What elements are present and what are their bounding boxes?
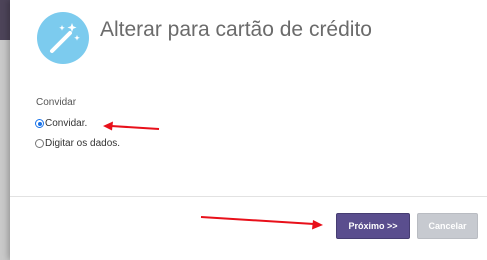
next-button[interactable]: Próximo >> — [336, 213, 410, 239]
dialog-title: Alterar para cartão de crédito — [100, 18, 372, 41]
radio-enter-data[interactable] — [35, 139, 44, 148]
cancel-button[interactable]: Cancelar — [417, 213, 478, 239]
radio-option-enter-data[interactable]: Digitar os dados. — [35, 138, 120, 149]
magic-wand-icon — [37, 12, 89, 64]
radio-invite[interactable] — [35, 119, 44, 128]
footer-divider — [10, 196, 487, 197]
radio-option-invite[interactable]: Convidar. — [35, 118, 87, 129]
modal-dialog: Alterar para cartão de crédito Convidar … — [10, 0, 487, 260]
radio-enter-data-label: Digitar os dados. — [45, 138, 121, 149]
radio-invite-label: Convidar. — [45, 118, 88, 129]
invite-group-label: Convidar — [36, 97, 77, 108]
modal-header: Alterar para cartão de crédito — [10, 0, 487, 70]
